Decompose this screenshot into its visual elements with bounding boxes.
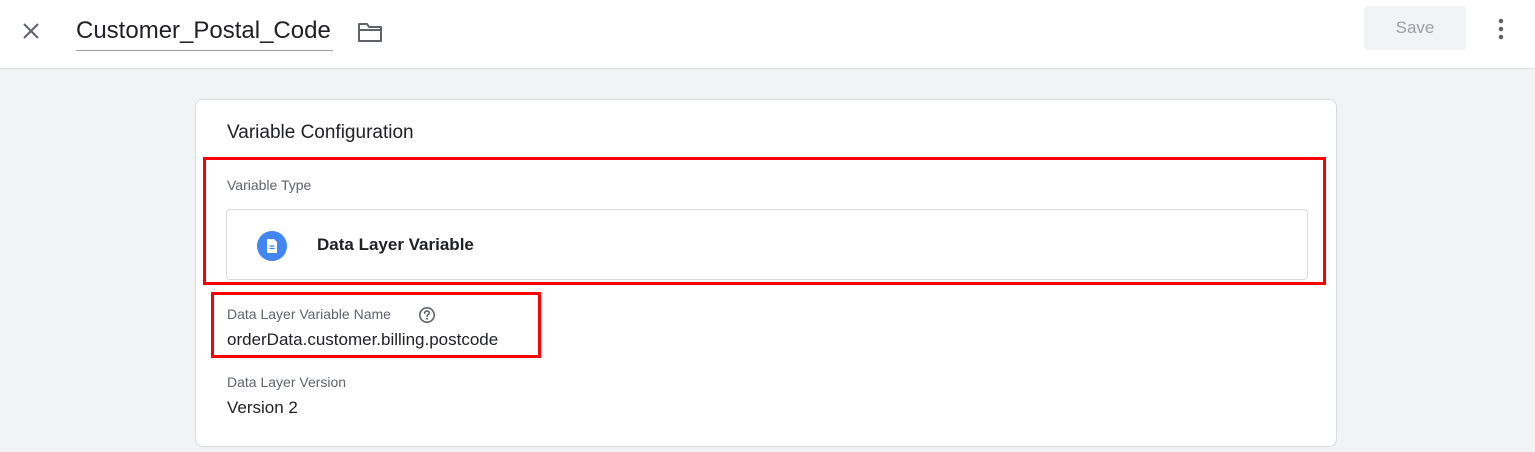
dlv-version-value: Version 2 bbox=[227, 398, 298, 417]
folder-icon bbox=[358, 23, 382, 42]
more-vert-icon bbox=[1498, 18, 1504, 40]
more-options-button[interactable] bbox=[1486, 14, 1516, 44]
close-button[interactable] bbox=[14, 14, 48, 48]
folder-button[interactable] bbox=[354, 17, 386, 47]
save-button[interactable]: Save bbox=[1364, 6, 1466, 50]
top-bar: Customer_Postal_Code Save bbox=[0, 0, 1535, 69]
dlv-version-label: Data Layer Version bbox=[227, 374, 347, 390]
highlight-variable-name bbox=[211, 292, 541, 358]
variable-name-input[interactable]: Customer_Postal_Code bbox=[76, 14, 333, 51]
highlight-variable-type bbox=[203, 157, 1326, 285]
close-icon bbox=[23, 23, 39, 39]
card-title: Variable Configuration bbox=[227, 122, 414, 143]
